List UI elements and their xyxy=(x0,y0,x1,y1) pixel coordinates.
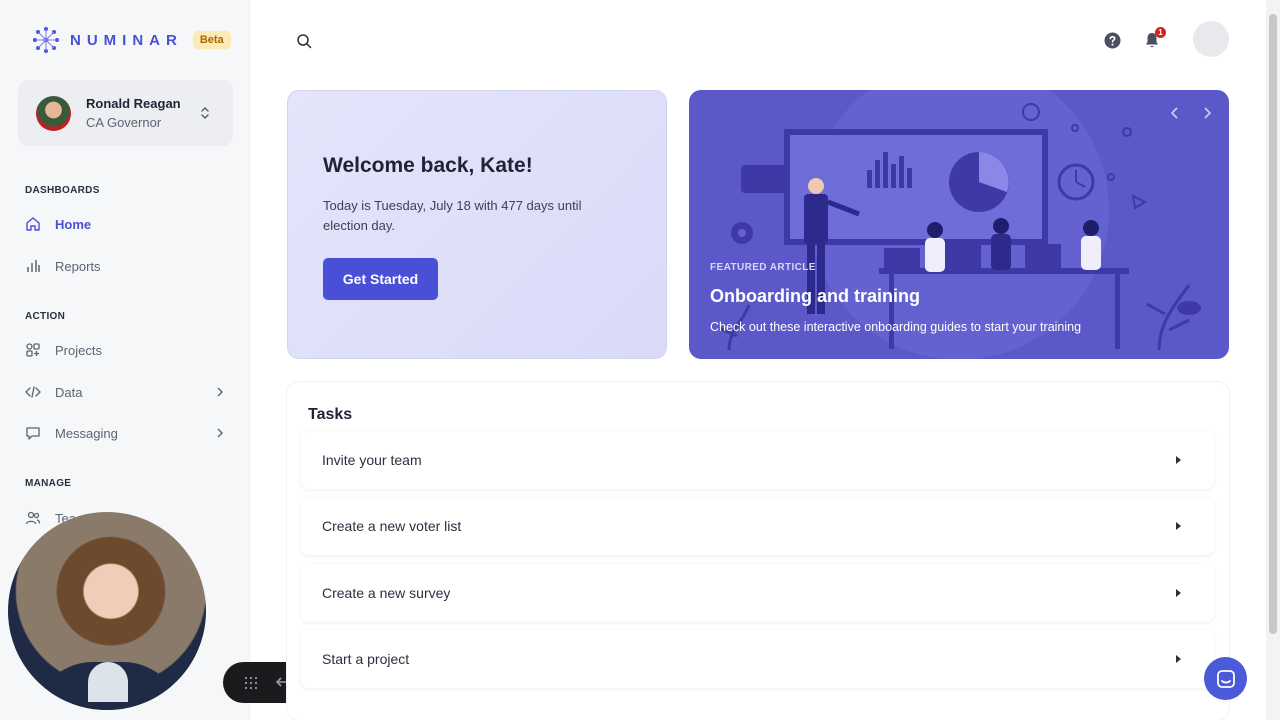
numinar-logo-icon xyxy=(33,27,59,53)
chart-icon xyxy=(27,260,40,272)
sidebar-item-home[interactable]: Home xyxy=(25,209,225,239)
sidebar-item-reports[interactable]: Reports xyxy=(25,251,225,281)
chevron-up-down-icon xyxy=(201,106,209,120)
onboarding-illustration xyxy=(718,90,1201,359)
caret-right-icon xyxy=(1176,456,1181,464)
account-name: Ronald Reagan xyxy=(86,96,181,111)
caret-right-icon xyxy=(1176,655,1181,663)
beta-badge: Beta xyxy=(192,31,231,49)
account-switcher[interactable]: Ronald Reagan CA Governor xyxy=(18,80,233,146)
notification-badge: 1 xyxy=(1155,27,1166,38)
chevron-right-icon[interactable] xyxy=(1199,105,1215,121)
welcome-text: Today is Tuesday, July 18 with 477 days … xyxy=(323,198,582,233)
chevron-right-icon xyxy=(217,428,223,438)
code-icon xyxy=(25,386,41,398)
help-icon[interactable] xyxy=(1104,32,1121,49)
app: NUMINAR Beta Ronald Reagan CA Governor D… xyxy=(0,0,1280,720)
brand[interactable]: NUMINAR Beta xyxy=(32,26,231,54)
sidebar-item-label: Projects xyxy=(55,342,102,358)
task-item[interactable]: Invite your team xyxy=(301,431,1214,489)
grid-icon xyxy=(26,343,40,357)
featured-subtitle: Check out these interactive onboarding g… xyxy=(710,320,1082,334)
sidebar-item-label: Messaging xyxy=(55,425,118,441)
chat-icon xyxy=(1216,669,1235,688)
task-label: Start a project xyxy=(322,651,410,667)
get-started-button[interactable]: Get Started xyxy=(323,258,438,300)
featured-title: Onboarding and training xyxy=(710,286,920,306)
section-action: ACTION xyxy=(25,311,66,322)
message-icon xyxy=(26,427,40,440)
sidebar-item-label: Data xyxy=(55,384,83,400)
tasks-panel: Tasks Invite your team Create a new vote… xyxy=(287,382,1229,720)
sidebar-item-label: Reports xyxy=(55,258,101,274)
featured-article-card[interactable]: FEATURED ARTICLE Onboarding and training… xyxy=(689,90,1229,359)
task-label: Create a new survey xyxy=(322,585,451,601)
chevron-right-icon xyxy=(217,387,223,397)
chat-launcher-button[interactable] xyxy=(1204,657,1247,700)
brand-name: NUMINAR xyxy=(70,31,183,49)
scrollbar-thumb[interactable] xyxy=(1269,14,1277,634)
page-scrollbar[interactable] xyxy=(1266,0,1280,720)
webcam-collar xyxy=(88,662,128,702)
welcome-card: Welcome back, Kate! Today is Tuesday, Ju… xyxy=(287,90,667,359)
task-item[interactable]: Create a new survey xyxy=(301,564,1214,622)
caret-right-icon xyxy=(1176,522,1181,530)
section-dashboards: DASHBOARDS xyxy=(25,185,100,196)
account-avatar xyxy=(36,95,71,131)
task-label: Create a new voter list xyxy=(322,518,462,534)
welcome-title: Welcome back, Kate! xyxy=(323,154,533,177)
section-manage: MANAGE xyxy=(25,478,72,489)
sidebar-item-projects[interactable]: Projects xyxy=(25,335,225,365)
sidebar-item-messaging[interactable]: Messaging xyxy=(25,418,225,448)
tasks-title: Tasks xyxy=(308,406,353,423)
task-label: Invite your team xyxy=(322,452,422,468)
drag-handle-icon[interactable] xyxy=(242,674,260,692)
sidebar-item-label: Home xyxy=(55,216,92,232)
chevron-left-icon[interactable] xyxy=(1167,105,1183,121)
user-avatar[interactable] xyxy=(1193,21,1229,57)
home-icon xyxy=(26,217,40,231)
sidebar-item-data[interactable]: Data xyxy=(25,377,225,407)
caret-right-icon xyxy=(1176,589,1181,597)
featured-label: FEATURED ARTICLE xyxy=(710,262,816,273)
account-role: CA Governor xyxy=(86,115,162,130)
task-item[interactable]: Create a new voter list xyxy=(301,497,1214,555)
search-icon[interactable] xyxy=(296,33,312,49)
team-icon xyxy=(25,511,41,525)
webcam-overlay[interactable] xyxy=(8,512,206,710)
task-item[interactable]: Start a project xyxy=(301,630,1214,688)
